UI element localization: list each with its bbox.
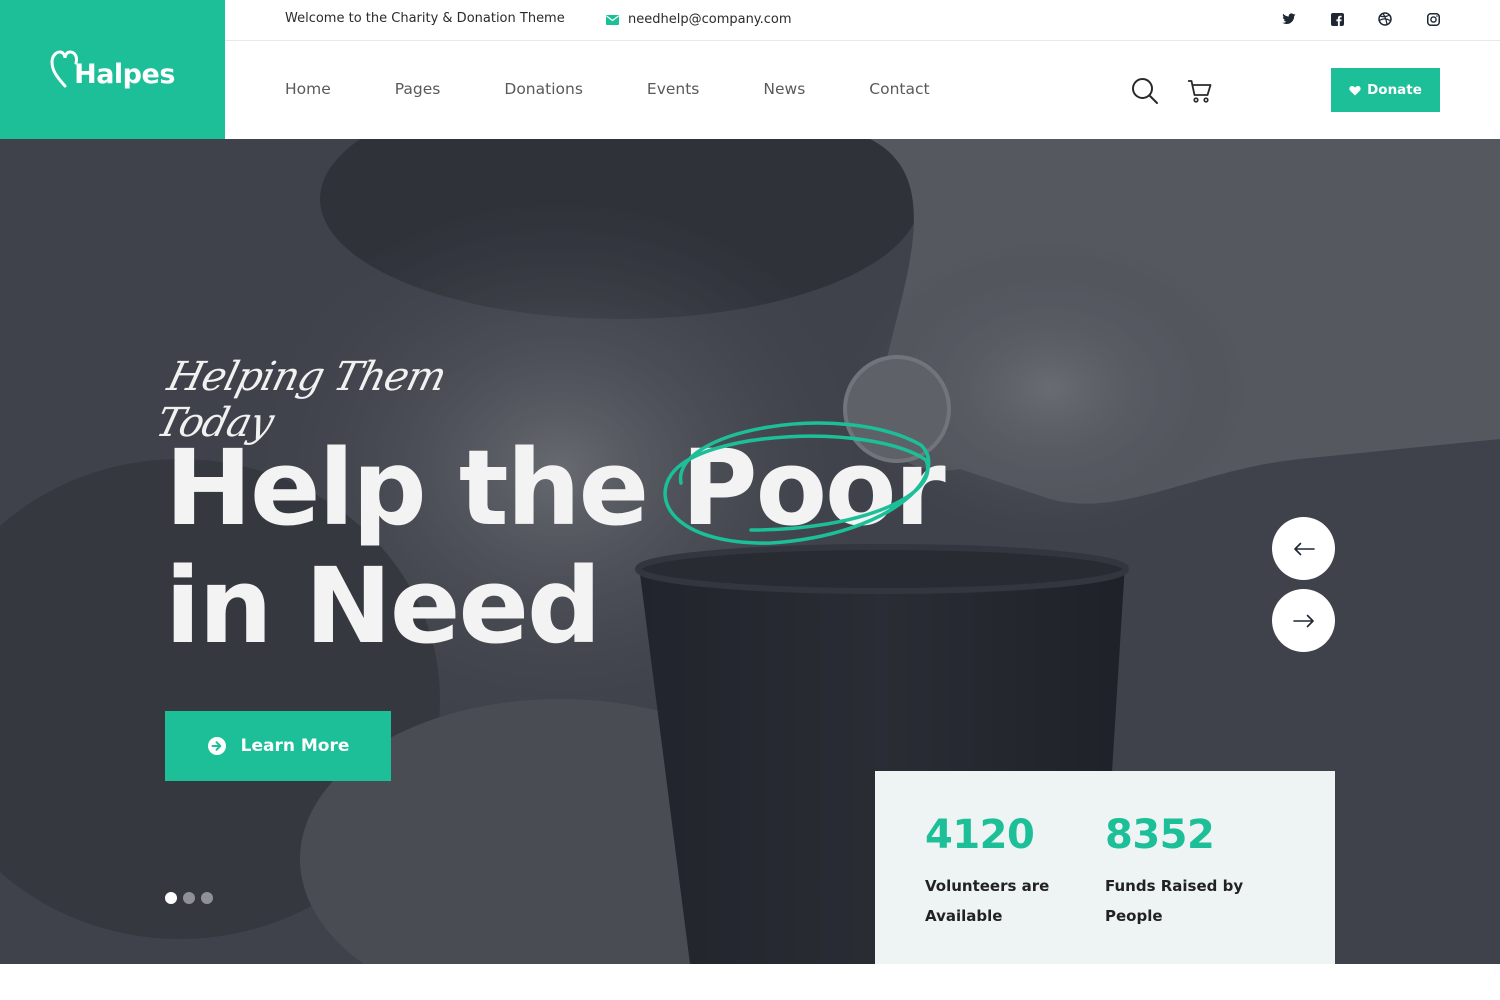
nav-contact[interactable]: Contact <box>869 80 929 98</box>
main-navbar: Home Pages Donations Events News Contact… <box>225 41 1500 139</box>
arrow-circle-right-icon <box>207 737 226 755</box>
stat-funds: 8352 Funds Raised by People <box>1105 811 1285 964</box>
donate-label: Donate <box>1367 82 1422 98</box>
logo-text: Halpes <box>74 58 175 90</box>
slider-dot-2[interactable] <box>183 892 195 904</box>
nav-donations[interactable]: Donations <box>504 80 583 98</box>
nav-home[interactable]: Home <box>285 80 331 98</box>
nav-links: Home Pages Donations Events News Contact <box>285 80 930 98</box>
search-icon[interactable] <box>1131 77 1159 105</box>
headline-line-1: Help the Poor <box>165 421 946 549</box>
welcome-text: Welcome to the Charity & Donation Theme <box>285 11 565 26</box>
facebook-icon[interactable] <box>1330 12 1344 26</box>
hero-headline: Help the Poor in Need <box>165 421 946 667</box>
dribbble-icon[interactable] <box>1378 12 1392 26</box>
learn-more-label: Learn More <box>240 736 350 756</box>
headline-part-1: Help the <box>165 427 682 549</box>
stat-value: 8352 <box>1105 812 1215 858</box>
headline-highlight: Poor <box>663 421 946 549</box>
nav-events[interactable]: Events <box>647 80 699 98</box>
logo-block[interactable]: Halpes <box>0 0 225 139</box>
stat-label: Funds Raised by People <box>1105 877 1244 925</box>
arrow-left-icon <box>1293 542 1315 555</box>
arrow-right-icon <box>1292 614 1314 627</box>
mail-icon <box>606 14 619 25</box>
hero-slider: Helping Them Today Help the Poor in Need… <box>0 139 1500 964</box>
email-contact[interactable]: needhelp@company.com <box>606 12 792 27</box>
next-slide-button[interactable] <box>1272 589 1335 652</box>
headline-line-2: in Need <box>165 545 601 667</box>
stat-volunteers: 4120 Volunteers are Available <box>925 811 1105 964</box>
stats-card: 4120 Volunteers are Available 8352 Funds… <box>875 771 1335 964</box>
nav-pages[interactable]: Pages <box>395 80 441 98</box>
slider-dot-1[interactable] <box>165 892 177 904</box>
twitter-icon[interactable] <box>1282 12 1296 26</box>
email-text: needhelp@company.com <box>628 12 792 27</box>
heart-icon <box>1349 85 1361 95</box>
social-links <box>1282 12 1440 26</box>
highlight-word: Poor <box>681 427 945 549</box>
learn-more-button[interactable]: Learn More <box>165 711 391 781</box>
stat-label: Volunteers are Available <box>925 877 1050 925</box>
slider-dots <box>165 892 213 904</box>
instagram-icon[interactable] <box>1426 12 1440 26</box>
nav-news[interactable]: News <box>763 80 805 98</box>
donate-button[interactable]: Donate <box>1331 68 1440 112</box>
slider-dot-3[interactable] <box>201 892 213 904</box>
prev-slide-button[interactable] <box>1272 517 1335 580</box>
logo[interactable]: Halpes <box>50 48 175 92</box>
cart-icon[interactable] <box>1186 77 1214 105</box>
hero-tagline: Helping Them Today <box>152 334 563 446</box>
stat-value: 4120 <box>925 812 1035 858</box>
top-bar: Welcome to the Charity & Donation Theme … <box>225 0 1500 41</box>
